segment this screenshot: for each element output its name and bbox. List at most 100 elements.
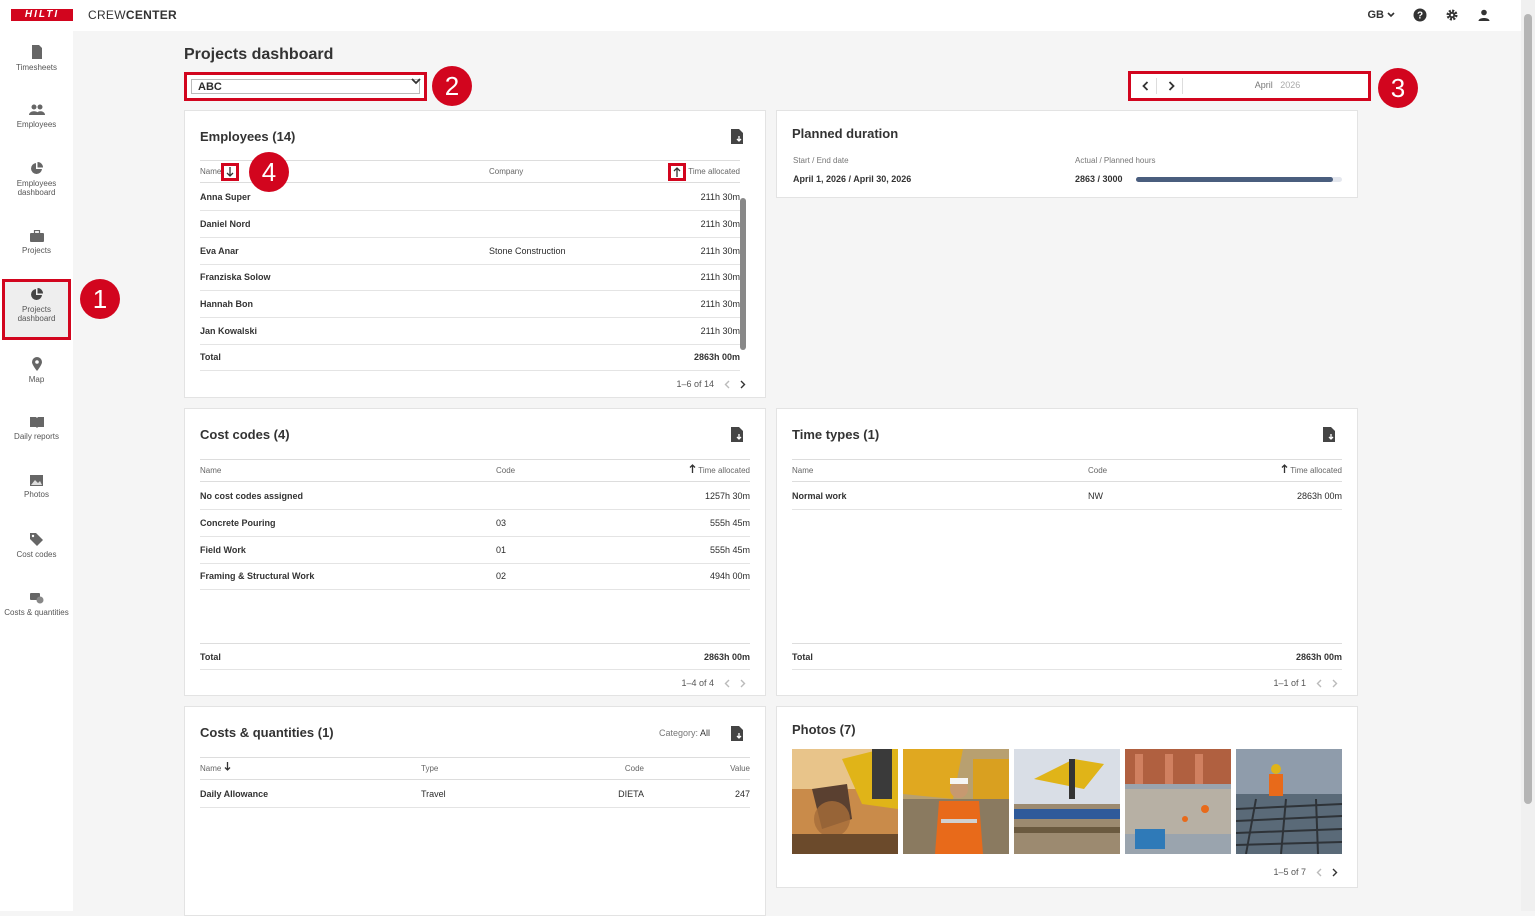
chevron-left-icon[interactable] xyxy=(724,380,730,389)
previous-month-button[interactable] xyxy=(1135,78,1157,94)
arrow-down-icon xyxy=(224,762,231,771)
column-code-header[interactable]: Code xyxy=(496,460,515,482)
column-name-header[interactable]: Name xyxy=(200,161,221,183)
table-row[interactable]: No cost codes assigned 1257h 30m xyxy=(200,483,750,510)
employee-time: 211h 30m xyxy=(700,246,740,256)
chevron-left-icon[interactable] xyxy=(1316,868,1322,877)
cost-code-time: 1257h 30m xyxy=(704,491,750,501)
month-year-picker[interactable]: April 2026 xyxy=(1191,80,1364,90)
sidebar-item-employees[interactable]: Employees xyxy=(2,104,71,129)
employees-pagination: 1–6 of 14 xyxy=(676,379,746,389)
sidebar-item-label: Map xyxy=(28,375,45,384)
user-icon[interactable] xyxy=(1477,8,1491,22)
pagination-label: 1–6 of 14 xyxy=(676,379,714,389)
gear-icon[interactable] xyxy=(1445,8,1459,22)
people-icon xyxy=(28,104,45,115)
column-name-header[interactable]: Name xyxy=(792,460,813,482)
column-code-header[interactable]: Code xyxy=(1088,460,1107,482)
time-type-time: 2863h 00m xyxy=(1296,491,1342,501)
chevron-right-icon[interactable] xyxy=(1332,679,1338,688)
table-row[interactable]: Anna Super 211h 30m xyxy=(200,184,740,211)
category-filter[interactable]: Category: All xyxy=(659,728,710,738)
sidebar-item-cost-codes[interactable]: Cost codes xyxy=(2,533,71,559)
help-icon[interactable]: ? xyxy=(1413,8,1427,22)
sidebar-item-map[interactable]: Map xyxy=(2,357,71,384)
category-label: Category: xyxy=(659,728,699,738)
rebar-worker-photo[interactable] xyxy=(1236,749,1342,854)
sidebar-item-employees-dashboard[interactable]: Employees dashboard xyxy=(2,162,71,197)
pagination-label: 1–4 of 4 xyxy=(681,678,714,688)
chevron-right-icon[interactable] xyxy=(740,679,746,688)
chevron-left-icon[interactable] xyxy=(1316,679,1322,688)
table-row[interactable]: Hannah Bon 211h 30m xyxy=(200,291,740,318)
sidebar-item-label: Employees dashboard xyxy=(16,179,57,197)
sidebar-item-daily-reports[interactable]: Daily reports xyxy=(2,417,71,441)
column-company-header[interactable]: Company xyxy=(489,161,523,183)
column-name-header[interactable]: Name xyxy=(200,460,221,482)
sidebar-item-label: Cost codes xyxy=(16,550,57,559)
sidebar-item-projects-dashboard[interactable]: Projects dashboard xyxy=(2,279,71,340)
hours-progress-fill xyxy=(1136,177,1333,182)
page-title: Projects dashboard xyxy=(184,46,334,63)
sort-name-button[interactable] xyxy=(221,163,239,181)
table-row[interactable]: Framing & Structural Work 02 494h 00m xyxy=(200,563,750,590)
table-row[interactable]: Daniel Nord 211h 30m xyxy=(200,211,740,238)
cost-code-name: Field Work xyxy=(200,545,246,555)
column-value-header[interactable]: Value xyxy=(730,758,750,780)
page-scrollbar-thumb[interactable] xyxy=(1524,14,1532,804)
column-time-header[interactable]: Time allocated xyxy=(1281,460,1342,482)
costs-quantities-card: Costs & quantities (1) Category: All Nam… xyxy=(184,706,766,916)
sidebar: Timesheets Employees Employees dashboard… xyxy=(0,31,73,911)
download-report-icon[interactable] xyxy=(731,427,744,442)
cost-item-code: DIETA xyxy=(618,789,644,799)
cost-code-code: 02 xyxy=(496,571,507,581)
construction-site-photo[interactable] xyxy=(1125,749,1231,854)
table-row[interactable]: Field Work 01 555h 45m xyxy=(200,537,750,564)
page-scrollbar[interactable] xyxy=(1521,0,1535,911)
costs-quantities-title: Costs & quantities (1) xyxy=(200,725,334,740)
main-content: Projects dashboard ABC 2 April 2026 3 Em… xyxy=(73,31,1521,916)
sidebar-item-label: Costs & quantities xyxy=(4,608,69,617)
employee-name: Hannah Bon xyxy=(200,299,253,309)
pagination-label: 1–1 of 1 xyxy=(1273,678,1306,688)
sidebar-item-photos[interactable]: Photos xyxy=(2,475,71,499)
column-name-header[interactable]: Name xyxy=(200,758,231,780)
sidebar-item-label: Timesheets xyxy=(15,63,58,72)
table-row[interactable]: Jan Kowalski 211h 30m xyxy=(200,318,740,345)
chevron-left-icon[interactable] xyxy=(724,679,730,688)
hours-label: Actual / Planned hours xyxy=(1075,156,1156,165)
table-row[interactable]: Daily Allowance Travel DIETA 247 xyxy=(200,781,750,808)
hilti-logo[interactable]: HILTI xyxy=(11,9,73,21)
language-selector[interactable]: GB xyxy=(1367,9,1395,21)
employee-name: Eva Anar xyxy=(200,246,239,256)
column-time-header[interactable]: Time allocated xyxy=(689,460,750,482)
excavator-pipeline-photo[interactable] xyxy=(1014,749,1120,854)
chevron-right-icon[interactable] xyxy=(1332,868,1338,877)
sidebar-item-label: Photos xyxy=(24,490,49,499)
sidebar-item-costs-quantities[interactable]: Costs & quantities xyxy=(2,593,71,617)
column-code-header[interactable]: Code xyxy=(600,758,644,780)
employees-scrollbar[interactable] xyxy=(740,198,746,350)
employee-name: Franziska Solow xyxy=(200,272,271,282)
sidebar-item-timesheets[interactable]: Timesheets xyxy=(2,45,71,72)
download-report-icon[interactable] xyxy=(731,129,744,144)
next-month-button[interactable] xyxy=(1161,78,1183,94)
column-time-header[interactable]: Time allocated xyxy=(688,161,740,183)
table-row[interactable]: Concrete Pouring 03 555h 45m xyxy=(200,510,750,537)
worker-in-orange-photo[interactable] xyxy=(903,749,1009,854)
sidebar-item-projects[interactable]: Projects xyxy=(2,230,71,255)
cost-code-name: Framing & Structural Work xyxy=(200,571,315,581)
hours-value: 2863 / 3000 xyxy=(1075,174,1123,184)
table-row[interactable]: Franziska Solow 211h 30m xyxy=(200,264,740,291)
arrow-up-icon xyxy=(1281,464,1288,473)
coins-icon xyxy=(29,593,43,604)
download-report-icon[interactable] xyxy=(1323,427,1336,442)
project-select[interactable]: ABC xyxy=(184,72,427,101)
table-row[interactable]: Normal work NW 2863h 00m xyxy=(792,483,1342,510)
download-report-icon[interactable] xyxy=(731,726,744,741)
column-type-header[interactable]: Type xyxy=(421,758,438,780)
table-row[interactable]: Eva Anar Stone Construction 211h 30m xyxy=(200,238,740,265)
excavator-digging-photo[interactable] xyxy=(792,749,898,854)
chevron-right-icon[interactable] xyxy=(740,380,746,389)
sort-time-button[interactable] xyxy=(668,163,686,181)
